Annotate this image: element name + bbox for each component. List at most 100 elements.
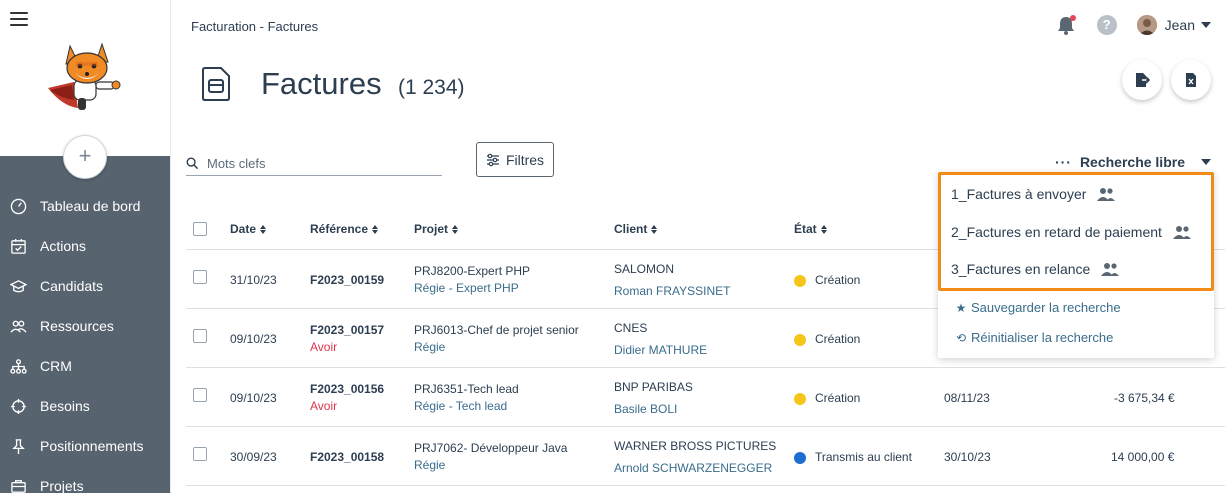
cell-client[interactable]: WARNER BROSS PICTURES [614, 439, 776, 453]
sort-icon [260, 225, 267, 235]
saved-search-selector[interactable]: ··· Recherche libre [1055, 154, 1211, 170]
saved-search-label: Recherche libre [1079, 154, 1185, 170]
gauge-icon [9, 197, 27, 215]
cell-date: 09/10/23 [230, 332, 277, 346]
chevron-down-icon [1201, 159, 1211, 165]
column-header-projet[interactable]: Projet [414, 222, 459, 236]
filters-button[interactable]: Filtres [476, 142, 554, 177]
row-checkbox[interactable] [193, 329, 207, 343]
search-input[interactable] [207, 156, 427, 171]
row-checkbox[interactable] [193, 447, 207, 461]
cell-reference[interactable]: F2023_00156 [310, 382, 384, 396]
cell-client-contact[interactable]: Roman FRAYSSINET [614, 284, 730, 298]
sidebar: Tableau de bord Actions Candidats Ressou… [0, 0, 170, 493]
export-excel-button[interactable] [1171, 60, 1211, 100]
fox-hero-logo [48, 42, 121, 110]
cell-reference[interactable]: F2023_00157 [310, 323, 384, 337]
sidebar-item-label: Besoins [40, 398, 90, 414]
sidebar-item-positionnements[interactable]: Positionnements [0, 428, 170, 464]
sidebar-header [0, 0, 170, 156]
avatar[interactable] [1136, 15, 1157, 35]
row-checkbox[interactable] [193, 388, 207, 402]
cell-client-contact[interactable]: Arnold SCHWARZENEGGER [614, 461, 772, 475]
page-title: Factures [261, 66, 382, 101]
cell-reference[interactable]: F2023_00159 [310, 273, 384, 287]
sidebar-item-ressources[interactable]: Ressources [0, 308, 170, 344]
cell-project-sub: Régie [414, 458, 446, 472]
users-icon [9, 317, 27, 335]
sidebar-item-besoins[interactable]: Besoins [0, 388, 170, 424]
notifications-button[interactable] [1055, 14, 1077, 36]
saved-search-item[interactable]: 3_Factures en relance [951, 261, 1120, 277]
saved-search-item[interactable]: 2_Factures en retard de paiement [951, 224, 1191, 240]
shared-users-icon [1097, 188, 1116, 201]
more-icon: ··· [1054, 154, 1072, 170]
sidebar-item-crm[interactable]: CRM [0, 348, 170, 384]
cell-amount: 14 000,00 € [1111, 450, 1175, 464]
cell-project[interactable]: PRJ6013-Chef de projet senior [414, 323, 579, 337]
help-button[interactable]: ? [1096, 15, 1117, 35]
column-header-date[interactable]: Date [230, 222, 267, 236]
breadcrumb: Facturation - Factures [191, 19, 319, 34]
cell-client[interactable]: SALOMON [614, 262, 674, 276]
calendar-check-icon [9, 237, 27, 255]
column-header-etat[interactable]: État [794, 222, 827, 236]
reset-search-button[interactable]: ⟲ Réinitialiser la recherche [955, 330, 1113, 345]
column-header-reference[interactable]: Référence [310, 222, 379, 236]
select-all-checkbox[interactable] [193, 222, 207, 236]
user-name[interactable]: Jean [1165, 17, 1195, 33]
cell-client-contact[interactable]: Didier MATHURE [614, 343, 707, 357]
cell-project[interactable]: PRJ8200-Expert PHP [414, 264, 530, 278]
search-icon [186, 157, 199, 170]
cell-project-sub: Régie - Expert PHP [414, 281, 519, 295]
export-button[interactable] [1122, 60, 1162, 100]
sidebar-item-tableau-de-bord[interactable]: Tableau de bord [0, 188, 170, 224]
sliders-icon [486, 153, 499, 166]
sidebar-item-actions[interactable]: Actions [0, 228, 170, 264]
menu-icon[interactable] [10, 12, 28, 28]
sidebar-item-label: Ressources [40, 318, 114, 334]
user-menu-caret-icon[interactable] [1201, 22, 1211, 28]
sidebar-item-candidats[interactable]: Candidats [0, 268, 170, 304]
sidebar-nav: Tableau de bord Actions Candidats Ressou… [0, 156, 170, 493]
add-button[interactable]: + [63, 135, 107, 179]
save-search-button[interactable]: ★ Sauvegarder la recherche [955, 300, 1121, 315]
cell-project[interactable]: PRJ7062- Développeur Java [414, 441, 567, 455]
saved-search-dropdown: 1_Factures à envoyer 2_Factures en retar… [938, 172, 1214, 358]
table-row[interactable]: 30/09/23 F2023_00158 PRJ7062- Développeu… [186, 427, 1225, 486]
cell-client-contact[interactable]: Basile BOLI [614, 402, 677, 416]
cell-date: 30/09/23 [230, 450, 277, 464]
cell-client[interactable]: BNP PARIBAS [614, 380, 693, 394]
filters-label: Filtres [505, 151, 545, 168]
notification-dot [1069, 15, 1076, 21]
cell-client[interactable]: CNES [614, 321, 647, 335]
star-icon: ★ [955, 300, 967, 315]
cell-reference[interactable]: F2023_00158 [310, 450, 384, 464]
topbar-actions: ? Jean [1055, 14, 1211, 36]
cell-state: Création [794, 273, 860, 287]
search-field [186, 152, 442, 176]
sidebar-item-projets[interactable]: Projets [0, 468, 170, 493]
table-row[interactable]: 09/10/23 F2023_00156 Avoir PRJ6351-Tech … [186, 368, 1225, 427]
state-dot [794, 392, 806, 405]
sort-icon [452, 225, 459, 235]
sort-icon [820, 225, 827, 235]
crosshair-icon [9, 397, 27, 415]
shared-users-icon [1172, 226, 1191, 239]
row-checkbox[interactable] [193, 270, 207, 284]
cell-state: Transmis au client [794, 450, 912, 464]
cell-state: Création [794, 332, 860, 346]
cell-project[interactable]: PRJ6351-Tech lead [414, 382, 519, 396]
graduation-cap-icon [9, 277, 27, 295]
cell-due-date: 30/10/23 [944, 450, 991, 464]
state-dot [794, 274, 806, 287]
pin-icon [9, 437, 27, 455]
column-header-client[interactable]: Client [614, 222, 658, 236]
sidebar-item-label: Actions [40, 238, 86, 254]
cell-project-sub: Régie - Tech lead [414, 399, 508, 413]
sort-icon [372, 225, 379, 235]
cell-amount: -3 675,34 € [1114, 391, 1175, 405]
sidebar-item-label: Projets [40, 478, 84, 493]
sidebar-item-label: Positionnements [40, 438, 144, 454]
saved-search-item[interactable]: 1_Factures à envoyer [951, 186, 1116, 202]
